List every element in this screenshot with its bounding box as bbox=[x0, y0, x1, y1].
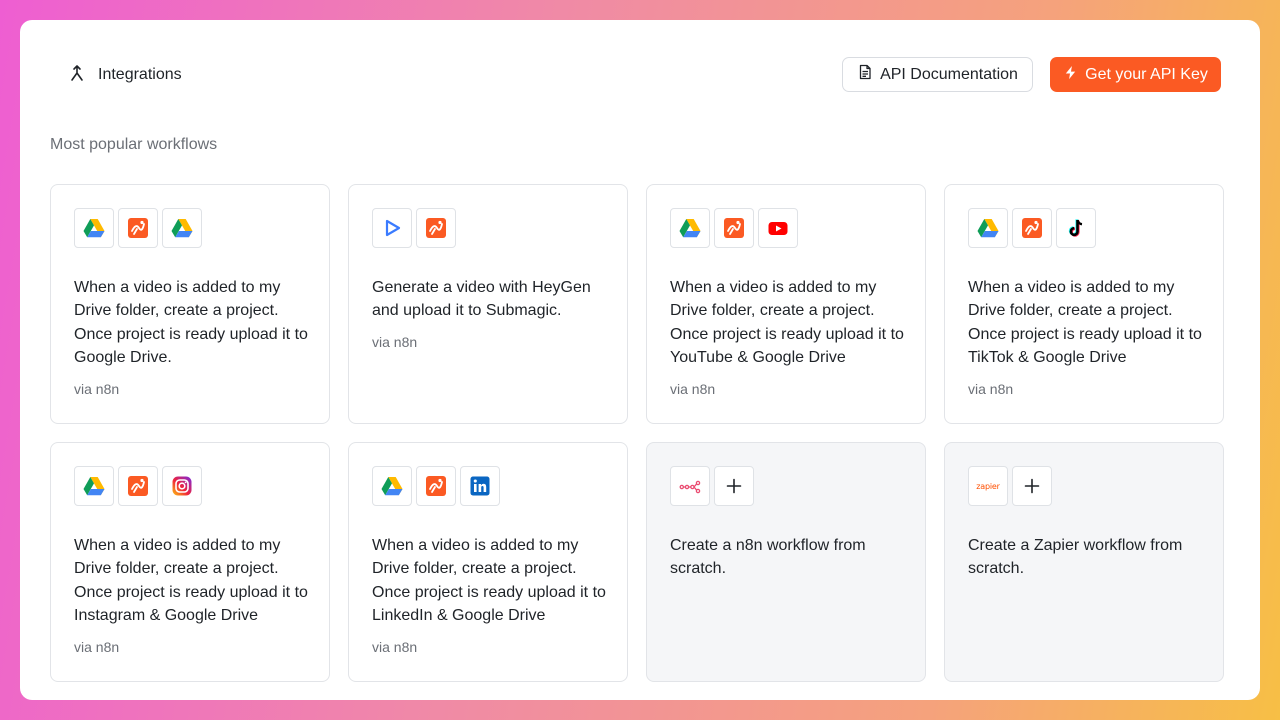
integrations-panel: Integrations API Documentation Get your … bbox=[20, 20, 1260, 700]
card-icons bbox=[670, 466, 902, 506]
card-icons bbox=[372, 466, 604, 506]
card-icons bbox=[372, 208, 604, 248]
card-via: via n8n bbox=[968, 380, 1014, 397]
card-via: via n8n bbox=[74, 638, 120, 655]
card-description: When a video is added to my Drive folder… bbox=[74, 537, 308, 625]
workflow-card-heygen[interactable]: Generate a video with HeyGen and upload … bbox=[348, 184, 628, 424]
api-documentation-label: API Documentation bbox=[880, 65, 1018, 83]
heygen-icon bbox=[372, 208, 412, 248]
lightning-icon bbox=[1063, 65, 1078, 85]
section-title: Most popular workflows bbox=[50, 136, 218, 153]
submagic-icon bbox=[416, 466, 456, 506]
zapier-icon: zapier bbox=[968, 466, 1008, 506]
get-api-key-label: Get your API Key bbox=[1085, 65, 1208, 83]
workflow-card-youtube[interactable]: When a video is added to my Drive folder… bbox=[646, 184, 926, 424]
page-header: Integrations bbox=[68, 64, 182, 86]
integrations-icon bbox=[68, 64, 86, 87]
top-bar: Integrations API Documentation Get your … bbox=[20, 20, 1260, 130]
google-drive-icon bbox=[74, 208, 114, 248]
card-description: When a video is added to my Drive folder… bbox=[372, 537, 606, 625]
card-icons bbox=[670, 208, 902, 248]
workflow-grid: When a video is added to my Drive folder… bbox=[50, 184, 1224, 682]
create-n8n-workflow-card[interactable]: Create a n8n workflow from scratch. bbox=[646, 442, 926, 682]
document-icon bbox=[857, 64, 873, 85]
submagic-icon bbox=[416, 208, 456, 248]
card-description: When a video is added to my Drive folder… bbox=[968, 279, 1202, 367]
instagram-icon bbox=[162, 466, 202, 506]
api-documentation-button[interactable]: API Documentation bbox=[842, 57, 1033, 92]
get-api-key-button[interactable]: Get your API Key bbox=[1050, 57, 1221, 92]
plus-icon bbox=[714, 466, 754, 506]
card-via: via n8n bbox=[670, 380, 716, 397]
google-drive-icon bbox=[162, 208, 202, 248]
submagic-icon bbox=[118, 208, 158, 248]
card-description: Generate a video with HeyGen and upload … bbox=[372, 279, 591, 320]
card-via: via n8n bbox=[372, 333, 418, 350]
create-zapier-workflow-card[interactable]: zapier Create a Zapier workflow from scr… bbox=[944, 442, 1224, 682]
card-description: When a video is added to my Drive folder… bbox=[670, 279, 904, 367]
card-icons bbox=[968, 208, 1200, 248]
page-title: Integrations bbox=[98, 66, 182, 83]
submagic-icon bbox=[714, 208, 754, 248]
linkedin-icon bbox=[460, 466, 500, 506]
card-via: via n8n bbox=[74, 380, 120, 397]
submagic-icon bbox=[1012, 208, 1052, 248]
google-drive-icon bbox=[670, 208, 710, 248]
youtube-icon bbox=[758, 208, 798, 248]
google-drive-icon bbox=[74, 466, 114, 506]
tiktok-icon bbox=[1056, 208, 1096, 248]
submagic-icon bbox=[118, 466, 158, 506]
card-icons bbox=[74, 208, 306, 248]
card-description: When a video is added to my Drive folder… bbox=[74, 279, 308, 367]
card-description: Create a n8n workflow from scratch. bbox=[670, 537, 866, 578]
google-drive-icon bbox=[372, 466, 412, 506]
card-icons: zapier bbox=[968, 466, 1200, 506]
workflow-card-tiktok[interactable]: When a video is added to my Drive folder… bbox=[944, 184, 1224, 424]
workflow-card-linkedin[interactable]: When a video is added to my Drive folder… bbox=[348, 442, 628, 682]
card-description: Create a Zapier workflow from scratch. bbox=[968, 537, 1183, 578]
workflow-card-instagram[interactable]: When a video is added to my Drive folder… bbox=[50, 442, 330, 682]
plus-icon bbox=[1012, 466, 1052, 506]
card-via: via n8n bbox=[372, 638, 418, 655]
google-drive-icon bbox=[968, 208, 1008, 248]
workflow-card-drive-to-drive[interactable]: When a video is added to my Drive folder… bbox=[50, 184, 330, 424]
card-icons bbox=[74, 466, 306, 506]
n8n-icon bbox=[670, 466, 710, 506]
